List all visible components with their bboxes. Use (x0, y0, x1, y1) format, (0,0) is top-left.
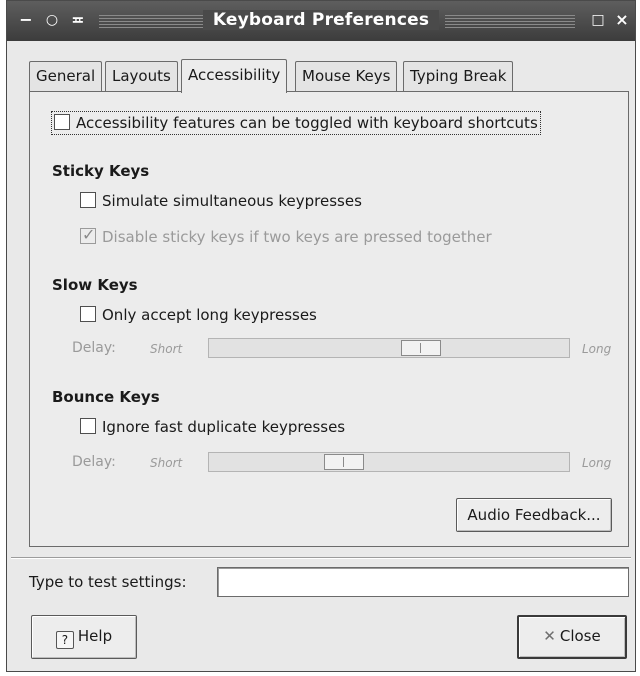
bounce-delay-thumb[interactable] (324, 454, 364, 470)
toggle-shortcuts-checkbox[interactable]: Accessibility features can be toggled wi… (51, 111, 541, 135)
slow-delay-label: Delay: (72, 340, 116, 356)
help-label: Help (77, 627, 113, 645)
simulate-box[interactable] (80, 192, 96, 208)
audio-feedback-button[interactable]: Audio Feedback... (456, 498, 612, 532)
checkmark-icon: ✓ (82, 225, 96, 244)
slow-delay-short-label: Short (150, 342, 183, 356)
only-long-checkbox[interactable]: Only accept long keypresses (80, 306, 317, 324)
simulate-checkbox[interactable]: Simulate simultaneous keypresses (80, 192, 362, 210)
only-long-label: Only accept long keypresses (102, 306, 317, 324)
toggle-shortcuts-label: Accessibility features can be toggled wi… (76, 114, 538, 132)
test-settings-input[interactable] (217, 567, 629, 597)
window-title: Keyboard Preferences (202, 10, 440, 30)
bounce-delay-short-label: Short (150, 456, 183, 470)
simulate-label: Simulate simultaneous keypresses (102, 192, 362, 210)
slow-delay-long-label: Long (582, 342, 612, 356)
bounce-keys-heading: Bounce Keys (52, 388, 160, 406)
title-bar[interactable]: − ○ ≖ Keyboard Preferences □ × (7, 1, 635, 41)
keyboard-preferences-window: − ○ ≖ Keyboard Preferences □ × General L… (6, 0, 636, 672)
close-window-icon[interactable]: × (611, 9, 633, 31)
test-settings-label: Type to test settings: (29, 573, 187, 591)
ignore-fast-checkbox[interactable]: Ignore fast duplicate keypresses (80, 418, 345, 436)
bounce-delay-slider[interactable] (208, 452, 570, 472)
disable-two-keys-checkbox[interactable]: ✓ Disable sticky keys if two keys are pre… (80, 225, 492, 246)
close-x-icon: ✕ (543, 627, 556, 645)
maximize-icon[interactable]: □ (587, 9, 609, 31)
tab-accessibility[interactable]: Accessibility (181, 59, 288, 93)
slow-delay-thumb[interactable] (401, 340, 441, 356)
ignore-fast-label: Ignore fast duplicate keypresses (102, 418, 346, 436)
tab-layouts[interactable]: Layouts (105, 61, 178, 91)
tab-mouse-keys[interactable]: Mouse Keys (295, 61, 398, 91)
tab-general[interactable]: General (29, 61, 103, 91)
separator (11, 557, 631, 559)
close-label: Close (559, 627, 601, 645)
bounce-delay-long-label: Long (582, 456, 612, 470)
bounce-delay-label: Delay: (72, 454, 116, 470)
slow-delay-slider[interactable] (208, 338, 570, 358)
close-button[interactable]: ✕ Close (517, 615, 627, 659)
ignore-fast-box[interactable] (80, 418, 96, 434)
slow-keys-heading: Slow Keys (52, 276, 138, 294)
disable-two-keys-label: Disable sticky keys if two keys are pres… (102, 228, 492, 246)
only-long-box[interactable] (80, 306, 96, 322)
help-icon: ? (55, 631, 74, 649)
tab-typing-break[interactable]: Typing Break (403, 61, 514, 91)
help-button[interactable]: ? Help (31, 615, 137, 659)
disable-two-keys-box[interactable]: ✓ (80, 225, 96, 244)
sticky-keys-heading: Sticky Keys (52, 162, 150, 180)
toggle-shortcuts-box[interactable] (54, 114, 70, 130)
accessibility-panel: Accessibility features can be toggled wi… (29, 91, 629, 547)
